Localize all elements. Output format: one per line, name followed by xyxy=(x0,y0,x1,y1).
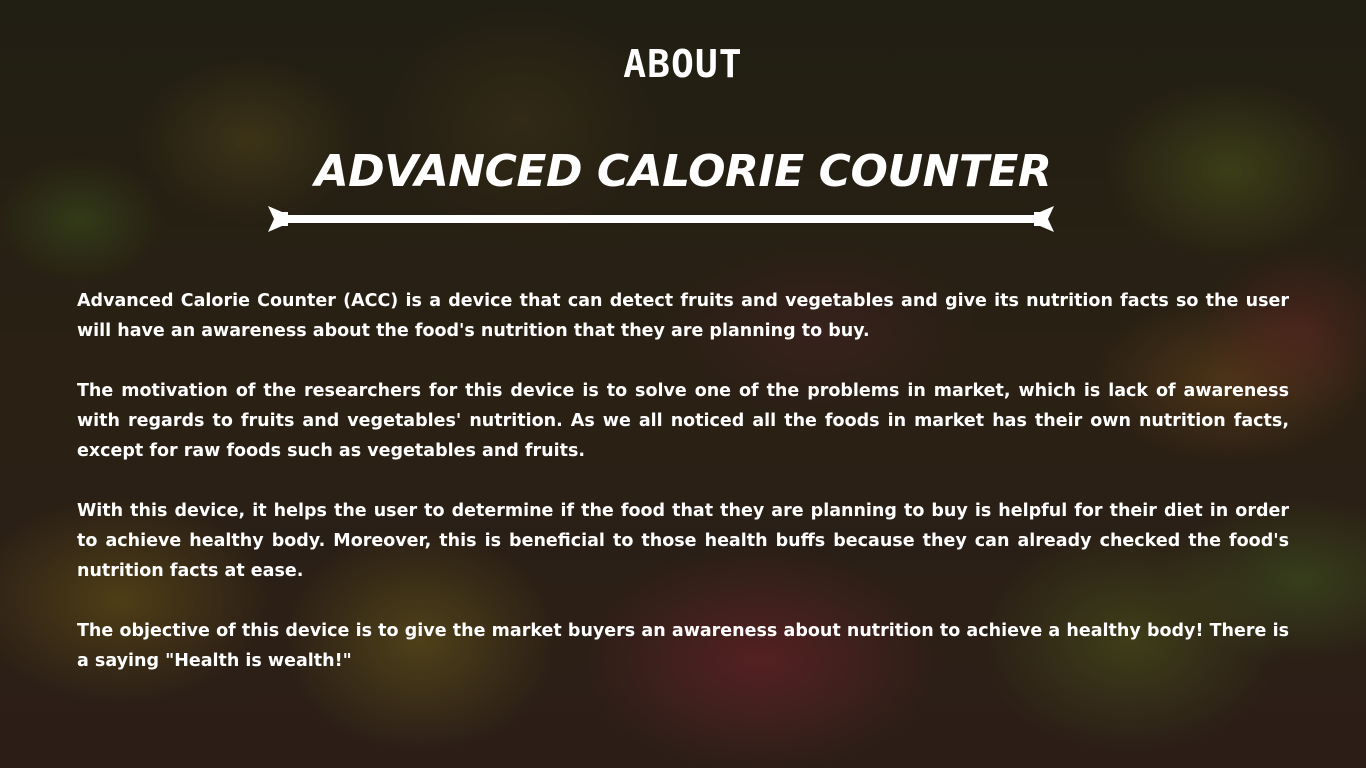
about-section: ABOUT ADVANCED CALORIE COUNTER Advanced … xyxy=(0,0,1366,768)
page-title: ADVANCED CALORIE COUNTER xyxy=(314,146,1052,197)
about-description: Advanced Calorie Counter (ACC) is a devi… xyxy=(77,286,1289,706)
section-label: ABOUT xyxy=(623,42,743,86)
paragraph-intro: Advanced Calorie Counter (ACC) is a devi… xyxy=(77,291,1289,341)
paragraph-motivation: The motivation of the researchers for th… xyxy=(77,381,1289,461)
paragraph-objective: The objective of this device is to give … xyxy=(77,621,1289,671)
paragraph-benefits: With this device, it helps the user to d… xyxy=(77,501,1289,581)
title-divider xyxy=(268,206,1054,232)
